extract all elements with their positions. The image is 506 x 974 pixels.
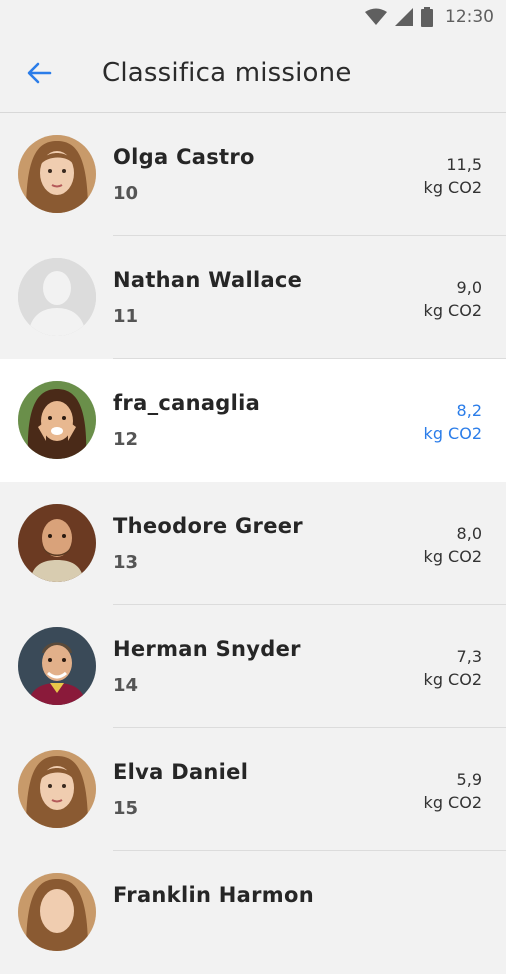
user-rank: 10 — [113, 183, 139, 204]
co2-unit: kg CO2 — [423, 547, 482, 566]
avatar — [18, 258, 96, 336]
co2-value: 11,5 — [446, 155, 482, 174]
avatar — [18, 627, 96, 705]
co2-score: 7,3 kg CO2 — [424, 645, 482, 691]
page-title: Classifica missione — [102, 58, 352, 88]
status-bar: 12:30 — [0, 0, 506, 34]
co2-unit: kg CO2 — [423, 670, 482, 689]
avatar — [18, 135, 96, 213]
user-name: Herman Snyder — [113, 637, 301, 661]
user-rank: 12 — [113, 429, 139, 450]
co2-score: 8,2 kg CO2 — [424, 399, 482, 445]
app-bar: Classifica missione — [0, 34, 506, 113]
user-rank: 13 — [113, 552, 139, 573]
co2-score: 9,0 kg CO2 — [424, 276, 482, 322]
user-name: Franklin Harmon — [113, 883, 314, 907]
user-name: fra_canaglia — [113, 391, 261, 415]
list-item[interactable]: Nathan Wallace 11 9,0 kg CO2 — [0, 236, 506, 359]
avatar — [18, 504, 96, 582]
co2-value: 5,9 — [456, 770, 482, 789]
clock: 12:30 — [445, 7, 494, 27]
co2-value: 7,3 — [456, 647, 482, 666]
co2-value: 8,2 — [456, 401, 482, 420]
co2-value: 8,0 — [456, 524, 482, 543]
co2-unit: kg CO2 — [423, 301, 482, 320]
user-rank: 15 — [113, 798, 139, 819]
co2-score: 11,5 kg CO2 — [424, 153, 482, 199]
list-item[interactable]: Theodore Greer 13 8,0 kg CO2 — [0, 482, 506, 605]
battery-icon — [421, 7, 433, 27]
ranking-list: Olga Castro 10 11,5 kg CO2 Nathan Wallac… — [0, 113, 506, 974]
co2-unit: kg CO2 — [423, 178, 482, 197]
wifi-icon — [365, 8, 387, 26]
list-item-current-user[interactable]: fra_canaglia 12 8,2 kg CO2 — [0, 359, 506, 482]
co2-score: 5,9 kg CO2 — [424, 768, 482, 814]
user-rank: 14 — [113, 675, 139, 696]
co2-value: 9,0 — [456, 278, 482, 297]
avatar — [18, 750, 96, 828]
user-name: Nathan Wallace — [113, 268, 303, 292]
user-name: Theodore Greer — [113, 514, 303, 538]
list-item[interactable]: Elva Daniel 15 5,9 kg CO2 — [0, 728, 506, 851]
list-item[interactable]: Franklin Harmon — [0, 851, 506, 974]
user-name: Olga Castro — [113, 145, 255, 169]
arrow-left-icon — [27, 62, 52, 84]
user-name: Elva Daniel — [113, 760, 249, 784]
cellular-signal-icon — [395, 8, 413, 26]
avatar — [18, 381, 96, 459]
co2-unit: kg CO2 — [423, 424, 482, 443]
list-item[interactable]: Olga Castro 10 11,5 kg CO2 — [0, 113, 506, 236]
co2-unit: kg CO2 — [423, 793, 482, 812]
avatar — [18, 873, 96, 951]
back-button[interactable] — [12, 46, 66, 100]
user-rank: 11 — [113, 306, 139, 327]
co2-score: 8,0 kg CO2 — [424, 522, 482, 568]
list-item[interactable]: Herman Snyder 14 7,3 kg CO2 — [0, 605, 506, 728]
